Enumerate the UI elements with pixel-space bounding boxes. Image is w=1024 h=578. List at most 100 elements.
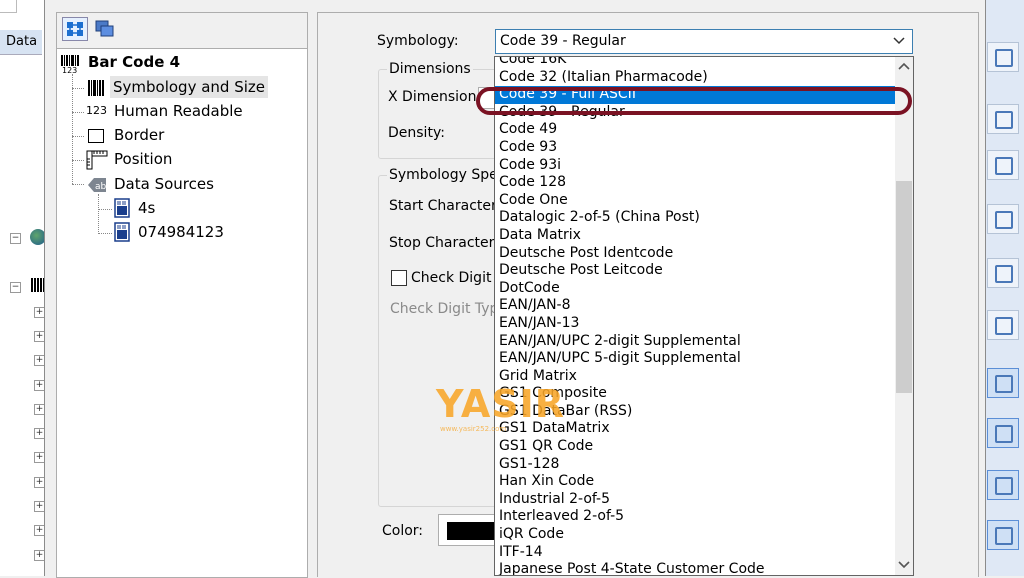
size-button[interactable] bbox=[987, 470, 1019, 500]
symbology-spec-group-title: Symbology Spec bbox=[387, 167, 508, 183]
dropdown-option[interactable]: iQR Code bbox=[495, 526, 895, 544]
check-digit-type-label: Check Digit Type bbox=[390, 301, 508, 317]
barcode-icon bbox=[86, 77, 108, 99]
dropdown-option[interactable]: EAN/JAN/UPC 5-digit Supplemental bbox=[495, 350, 895, 368]
dropdown-option[interactable]: EAN/JAN-13 bbox=[495, 315, 895, 333]
dropdown-option[interactable]: Code 49 bbox=[495, 121, 895, 139]
align-icon bbox=[995, 111, 1013, 129]
size-button[interactable] bbox=[987, 368, 1019, 398]
highlight-annotation bbox=[476, 87, 912, 115]
data-sources-icon: ab bbox=[86, 176, 108, 194]
dropdown-option[interactable]: Deutsche Post Leitcode bbox=[495, 262, 895, 280]
size-icon bbox=[995, 425, 1013, 443]
source-item-number[interactable]: 074984123 bbox=[138, 221, 224, 243]
dropdown-option[interactable]: Code 16K bbox=[495, 57, 895, 69]
tree-line bbox=[98, 194, 99, 234]
dropdown-option[interactable]: DotCode bbox=[495, 280, 895, 298]
barcode-icon bbox=[31, 278, 45, 292]
source-item-4s[interactable]: 4s bbox=[138, 197, 155, 219]
dropdown-option[interactable]: Code 93 bbox=[495, 139, 895, 157]
data-tab[interactable]: Data bbox=[0, 30, 42, 55]
dropdown-option[interactable]: EAN/JAN/UPC 2-digit Supplemental bbox=[495, 333, 895, 351]
distribute-button[interactable] bbox=[987, 258, 1019, 288]
tree-item-border[interactable]: Border bbox=[114, 124, 164, 146]
dropdown-option[interactable]: Han Xin Code bbox=[495, 473, 895, 491]
align-icon bbox=[995, 157, 1013, 175]
tree-root-label[interactable]: Bar Code 4 bbox=[88, 51, 180, 73]
text-123-icon: 123 bbox=[86, 104, 107, 117]
dropdown-option[interactable]: Code 32 (Italian Pharmacode) bbox=[495, 69, 895, 87]
dimensions-group bbox=[378, 69, 500, 159]
document-source-icon bbox=[112, 222, 132, 242]
scroll-up-icon[interactable] bbox=[898, 61, 910, 74]
symbology-dropdown[interactable]: Code 39 - Regular bbox=[495, 29, 913, 54]
expand-all-icon[interactable] bbox=[62, 17, 88, 41]
tree-line bbox=[72, 74, 73, 184]
data-tab-label: Data bbox=[6, 34, 38, 49]
distribute-icon bbox=[995, 265, 1013, 283]
properties-tree bbox=[56, 48, 308, 578]
dropdown-option[interactable]: Japanese Post 4-State Customer Code bbox=[495, 561, 895, 575]
dropdown-option[interactable]: GS1 QR Code bbox=[495, 438, 895, 456]
align-left-button[interactable] bbox=[987, 42, 1019, 72]
dropdown-option[interactable]: Code One bbox=[495, 192, 895, 210]
align-icon bbox=[995, 49, 1013, 67]
scrollbar-thumb[interactable] bbox=[896, 181, 912, 393]
dropdown-option[interactable]: Code 93i bbox=[495, 157, 895, 175]
tree-item-symbology-and-size[interactable]: Symbology and Size bbox=[110, 76, 268, 98]
symbology-options-list: Code 16K Code 32 (Italian Pharmacode) Code… bbox=[494, 56, 914, 576]
border-icon bbox=[88, 129, 104, 143]
dropdown-option[interactable]: Deutsche Post Identcode bbox=[495, 245, 895, 263]
size-button[interactable] bbox=[987, 418, 1019, 448]
tree-item-data-sources[interactable]: Data Sources bbox=[114, 173, 214, 195]
start-character-label: Start Character: bbox=[389, 198, 502, 214]
tree-line bbox=[98, 209, 112, 210]
dropdown-option[interactable]: Industrial 2-of-5 bbox=[495, 491, 895, 509]
size-button[interactable] bbox=[987, 520, 1019, 550]
tree-item-human-readable[interactable]: Human Readable bbox=[114, 100, 243, 122]
symbology-spec-group bbox=[378, 175, 500, 507]
color-swatch bbox=[447, 522, 495, 540]
collapse-toggle[interactable]: − bbox=[10, 282, 21, 293]
chevron-down-icon bbox=[892, 34, 906, 52]
size-icon bbox=[995, 375, 1013, 393]
watermark-text: YASIR bbox=[436, 382, 566, 426]
scroll-down-icon[interactable] bbox=[898, 560, 910, 573]
dropdown-option[interactable]: Data Matrix bbox=[495, 227, 895, 245]
tree-line bbox=[72, 184, 84, 185]
color-label: Color: bbox=[382, 523, 424, 539]
check-digit-checkbox[interactable] bbox=[391, 270, 407, 286]
size-icon bbox=[995, 527, 1013, 545]
distribute-button[interactable] bbox=[987, 310, 1019, 340]
x-dimension-label: X Dimension: bbox=[388, 89, 482, 105]
tree-line bbox=[98, 233, 112, 234]
size-icon bbox=[995, 477, 1013, 495]
check-digit-label: Check Digit bbox=[411, 270, 492, 286]
dropdown-option[interactable]: ITF-14 bbox=[495, 544, 895, 562]
ruler-icon bbox=[86, 150, 108, 170]
symbology-label: Symbology: bbox=[377, 33, 459, 49]
document-source-icon bbox=[112, 198, 132, 218]
tree-line bbox=[72, 88, 84, 89]
align-top-button[interactable] bbox=[987, 150, 1019, 180]
dropdown-option[interactable]: Interleaved 2-of-5 bbox=[495, 508, 895, 526]
svg-text:ab: ab bbox=[95, 182, 107, 192]
tree-line bbox=[72, 160, 84, 161]
symbology-dropdown-value: Code 39 - Regular bbox=[500, 33, 626, 49]
tree-item-position[interactable]: Position bbox=[114, 148, 172, 170]
dropdown-option[interactable]: EAN/JAN-8 bbox=[495, 297, 895, 315]
tree-line bbox=[72, 112, 84, 113]
density-label: Density: bbox=[388, 125, 445, 141]
dropdown-option[interactable]: Datalogic 2-of-5 (China Post) bbox=[495, 209, 895, 227]
distribute-icon bbox=[995, 317, 1013, 335]
dropdown-option[interactable]: GS1-128 bbox=[495, 456, 895, 474]
dimensions-group-title: Dimensions bbox=[387, 61, 473, 77]
barcode-digits: 123 bbox=[62, 66, 78, 75]
stop-character-label: Stop Character: bbox=[389, 235, 499, 251]
align-bottom-button[interactable] bbox=[987, 204, 1019, 234]
collapse-toggle[interactable]: − bbox=[10, 233, 21, 244]
layers-icon[interactable] bbox=[92, 17, 118, 41]
align-center-button[interactable] bbox=[987, 104, 1019, 134]
tree-line bbox=[72, 136, 84, 137]
dropdown-option[interactable]: Code 128 bbox=[495, 174, 895, 192]
